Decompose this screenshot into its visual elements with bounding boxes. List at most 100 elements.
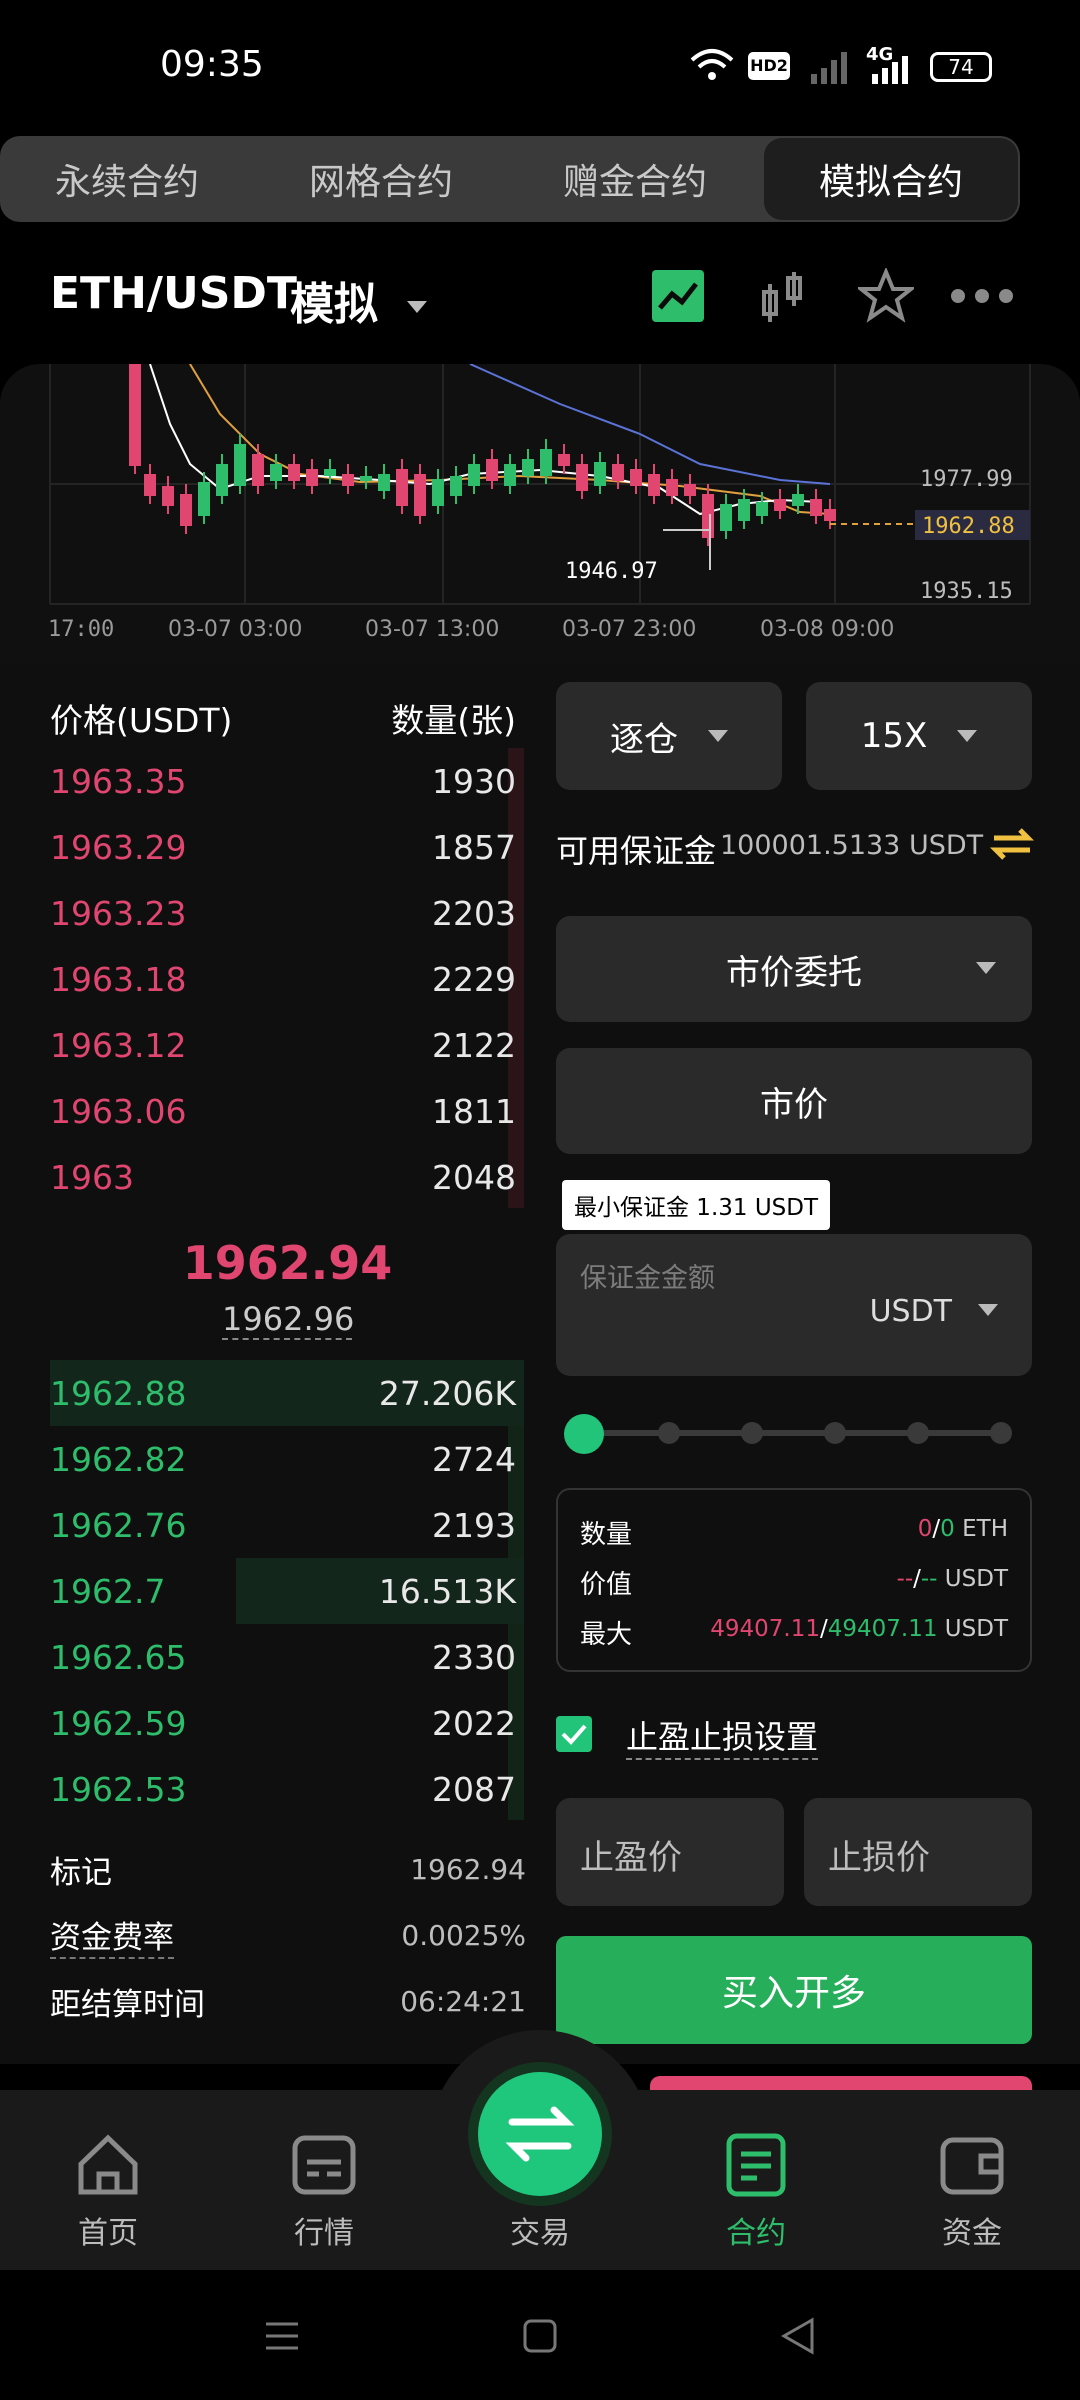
ask-price: 1963.23	[50, 893, 187, 933]
bid-row[interactable]: 1962.82 2724	[50, 1426, 516, 1492]
slider-step[interactable]	[824, 1422, 846, 1444]
ask-row[interactable]: 1963.35 1930	[50, 748, 516, 814]
candle	[558, 454, 570, 466]
candle	[306, 469, 318, 486]
pair-mode[interactable]: 模拟	[290, 268, 428, 332]
ask-row[interactable]: 1963 2048	[50, 1144, 516, 1210]
available-margin-value: 100001.5133 USDT	[720, 830, 984, 861]
slider-step[interactable]	[990, 1422, 1012, 1444]
candle	[702, 494, 714, 538]
candle	[684, 484, 696, 496]
price-field[interactable]: 市价	[556, 1048, 1032, 1154]
candle	[360, 476, 372, 481]
tpsl-checkbox[interactable]	[556, 1716, 592, 1752]
tab-demo[interactable]: 模拟合约	[764, 138, 1018, 220]
candle	[396, 469, 408, 506]
transfer-icon[interactable]	[990, 824, 1034, 864]
tab-bonus[interactable]: 赠金合约	[508, 136, 762, 222]
home-square-icon[interactable]	[520, 2316, 560, 2356]
time-label-1: 03-07 03:00	[168, 617, 302, 642]
candle	[594, 462, 606, 486]
bid-price: 1962.76	[50, 1505, 187, 1545]
tab-perpetual[interactable]: 永续合约	[0, 136, 254, 222]
nav-assets[interactable]: 资金	[902, 2130, 1042, 2252]
ask-qty: 2122	[432, 1025, 516, 1065]
bid-row[interactable]: 1962.59 2022	[50, 1690, 516, 1756]
ask-price: 1963.12	[50, 1025, 187, 1065]
leverage-select[interactable]: 15X	[806, 682, 1032, 790]
ask-row[interactable]: 1963.12 2122	[50, 1012, 516, 1078]
ask-row[interactable]: 1963.18 2229	[50, 946, 516, 1012]
candle	[414, 474, 426, 516]
nav-home[interactable]: 首页	[38, 2130, 178, 2252]
margin-amount-input[interactable]: 保证金金额 USDT	[556, 1234, 1032, 1376]
order-type-select[interactable]: 市价委托	[556, 916, 1032, 1022]
info-value: 0.0025%	[401, 1918, 526, 1952]
leverage-label: 15X	[860, 716, 928, 756]
slider-step[interactable]	[907, 1422, 929, 1444]
status-time: 09:35	[160, 44, 264, 85]
slider-step[interactable]	[658, 1422, 680, 1444]
ask-qty: 2229	[432, 959, 516, 999]
price-chart[interactable]: 1946.97 1977.99 1962.88 1935.15 17:00 03…	[0, 364, 1080, 664]
trade-fab[interactable]	[478, 2072, 602, 2196]
ask-qty: 1857	[432, 827, 516, 867]
mark-price-sub[interactable]: 1962.96	[222, 1300, 354, 1340]
nav-contract-label: 合约	[726, 2216, 786, 2251]
low-marker: 1946.97	[565, 559, 658, 584]
candle	[648, 474, 660, 496]
chevron-down-icon	[976, 962, 996, 974]
nav-trade-label[interactable]: 交易	[470, 2208, 610, 2252]
pair-title[interactable]: ETH/USDT	[50, 268, 297, 319]
candle	[162, 486, 174, 506]
candle	[522, 459, 534, 476]
candlestick-icon[interactable]	[758, 270, 808, 324]
ask-row[interactable]: 1963.23 2203	[50, 880, 516, 946]
slider-step[interactable]	[741, 1422, 763, 1444]
price-column-header: 价格(USDT)	[50, 701, 233, 740]
take-profit-input[interactable]: 止盈价	[556, 1798, 784, 1906]
hd-icon: HD2	[748, 52, 790, 80]
order-summary: 数量 0/0 ETH 价值 --/-- USDT 最大 49407.11/494…	[556, 1488, 1032, 1672]
bid-row[interactable]: 1962.53 2087	[50, 1756, 516, 1822]
more-icon[interactable]	[950, 286, 1014, 306]
candle	[432, 479, 444, 506]
menu-icon[interactable]	[262, 2316, 302, 2356]
chart-toggle-icon[interactable]	[652, 270, 704, 322]
nav-contract[interactable]: 合约	[686, 2130, 826, 2252]
tab-grid[interactable]: 网格合约	[254, 136, 508, 222]
stop-loss-input[interactable]: 止损价	[804, 1798, 1032, 1906]
market-info-row: 资金费率 0.0025%	[50, 1902, 526, 1968]
candle	[234, 444, 246, 486]
ask-row[interactable]: 1963.06 1811	[50, 1078, 516, 1144]
tpsl-settings-label[interactable]: 止盈止损设置	[626, 1712, 819, 1760]
ask-qty: 1930	[432, 761, 516, 801]
nav-market[interactable]: 行情	[254, 2130, 394, 2252]
bid-row[interactable]: 1962.88 27.206K	[50, 1360, 516, 1426]
margin-mode-select[interactable]: 逐仓	[556, 682, 782, 790]
back-icon[interactable]	[778, 2316, 818, 2356]
bid-row[interactable]: 1962.76 2193	[50, 1492, 516, 1558]
summary-qty-value: 0/0 ETH	[917, 1516, 1008, 1542]
slider-handle[interactable]	[564, 1414, 604, 1454]
chevron-down-icon[interactable]	[978, 1304, 998, 1316]
candle	[129, 364, 141, 466]
info-label[interactable]: 资金费率	[50, 1912, 174, 1959]
chevron-down-icon	[407, 301, 428, 313]
market-icon	[292, 2135, 356, 2195]
contract-icon	[726, 2133, 786, 2197]
chevron-down-icon	[708, 730, 728, 742]
bid-row[interactable]: 1962.7 16.513K	[50, 1558, 516, 1624]
ask-row[interactable]: 1963.29 1857	[50, 814, 516, 880]
candle	[468, 464, 480, 486]
time-label-2: 03-07 13:00	[365, 617, 499, 642]
bid-row[interactable]: 1962.65 2330	[50, 1624, 516, 1690]
slider-track[interactable]	[584, 1430, 1004, 1436]
buy-long-button[interactable]: 买入开多	[556, 1936, 1032, 2044]
candle	[824, 509, 836, 521]
price-label-low: 1935.15	[920, 579, 1013, 604]
candle	[450, 476, 462, 496]
market-info-row: 标记 1962.94	[50, 1836, 526, 1902]
info-value: 06:24:21	[400, 1984, 526, 2018]
star-icon[interactable]	[858, 268, 914, 324]
